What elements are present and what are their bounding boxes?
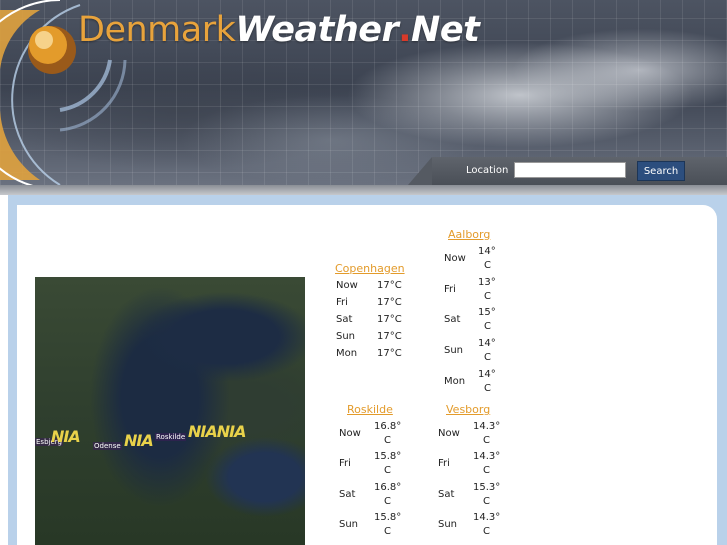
forecast-temp: 13°: [478, 277, 496, 288]
title-weather: Weather: [235, 10, 399, 50]
forecast-temp: 14°: [478, 338, 496, 349]
search-bar: Location Search: [408, 157, 727, 185]
forecast-temp-unit: C: [484, 260, 491, 271]
forecast-temp-unit: C: [484, 383, 491, 394]
forecast-day: Sun: [438, 519, 458, 530]
forecast-day: Sat: [438, 489, 455, 500]
forecast-temp: 17°C: [377, 297, 402, 308]
forecast-temp-unit: C: [384, 526, 391, 537]
location-input[interactable]: [514, 162, 626, 178]
forecast-temp: 15°: [478, 307, 496, 318]
denmark-satellite-map[interactable]: Esbjerg NIA Odense NIA Roskilde NIANIA: [35, 277, 305, 545]
forecast-day: Fri: [444, 284, 456, 295]
forecast-day: Sat: [444, 314, 461, 325]
forecast-temp: 16.8°: [374, 421, 402, 432]
header-bottom-bar: [0, 185, 727, 195]
forecast-temp-unit: C: [384, 496, 391, 507]
forecast-day: Mon: [336, 348, 358, 359]
forecast-temp: 15.8°: [374, 512, 402, 523]
map-badge: NIA: [124, 431, 154, 450]
map-badge: NIA: [51, 427, 81, 446]
city-link-aalborg[interactable]: Aalborg: [448, 228, 490, 241]
forecast-temp: 17°C: [377, 314, 402, 325]
forecast-temp-unit: C: [384, 435, 391, 446]
title-denmark: Denmark: [78, 10, 236, 50]
search-button[interactable]: Search: [637, 161, 685, 181]
map-label-roskilde[interactable]: Roskilde: [155, 433, 187, 441]
forecast-temp-unit: C: [483, 526, 490, 537]
forecast-temp: 15.8°: [374, 451, 402, 462]
forecast-temp: 17°C: [377, 348, 402, 359]
location-label: Location: [466, 165, 509, 176]
forecast-temp-unit: C: [384, 465, 391, 476]
title-dot: .: [398, 10, 412, 50]
forecast-temp: 14.3°: [473, 421, 501, 432]
forecast-temp-unit: C: [484, 321, 491, 332]
site-title[interactable]: DenmarkWeather.Net: [78, 10, 480, 50]
forecast-temp: 15.3°: [473, 482, 501, 493]
forecast-temp: 17°C: [377, 331, 402, 342]
forecast-day: Sun: [336, 331, 356, 342]
map-label-odense[interactable]: Odense: [93, 442, 122, 450]
forecast-day: Sun: [444, 345, 464, 356]
forecast-day: Fri: [336, 297, 348, 308]
city-link-vesborg[interactable]: Vesborg: [446, 403, 490, 416]
site-header: DenmarkWeather.Net Location Search: [0, 0, 727, 195]
forecast-temp-unit: C: [483, 435, 490, 446]
forecast-day: Sun: [339, 519, 359, 530]
forecast-temp: 14.3°: [473, 451, 501, 462]
forecast-temp: 14°: [478, 246, 496, 257]
forecast-day: Sat: [336, 314, 353, 325]
forecast-temp-unit: C: [483, 465, 490, 476]
city-link-copenhagen[interactable]: Copenhagen: [335, 262, 405, 275]
forecast-day: Now: [339, 428, 361, 439]
forecast-day: Sat: [339, 489, 356, 500]
forecast-day: Now: [336, 280, 358, 291]
map-badge: NIANIA: [188, 422, 246, 441]
forecast-day: Now: [444, 253, 466, 264]
forecast-temp-unit: C: [483, 496, 490, 507]
forecast-temp: 17°C: [377, 280, 402, 291]
forecast-temp: 14°: [478, 369, 496, 380]
forecast-temp-unit: C: [484, 291, 491, 302]
forecast-temp: 16.8°: [374, 482, 402, 493]
city-link-roskilde[interactable]: Roskilde: [347, 403, 393, 416]
forecast-temp-unit: C: [484, 352, 491, 363]
title-net: Net: [411, 10, 480, 50]
forecast-temp: 14.3°: [473, 512, 501, 523]
forecast-day: Fri: [339, 458, 351, 469]
forecast-day: Mon: [444, 376, 466, 387]
forecast-day: Now: [438, 428, 460, 439]
forecast-day: Fri: [438, 458, 450, 469]
